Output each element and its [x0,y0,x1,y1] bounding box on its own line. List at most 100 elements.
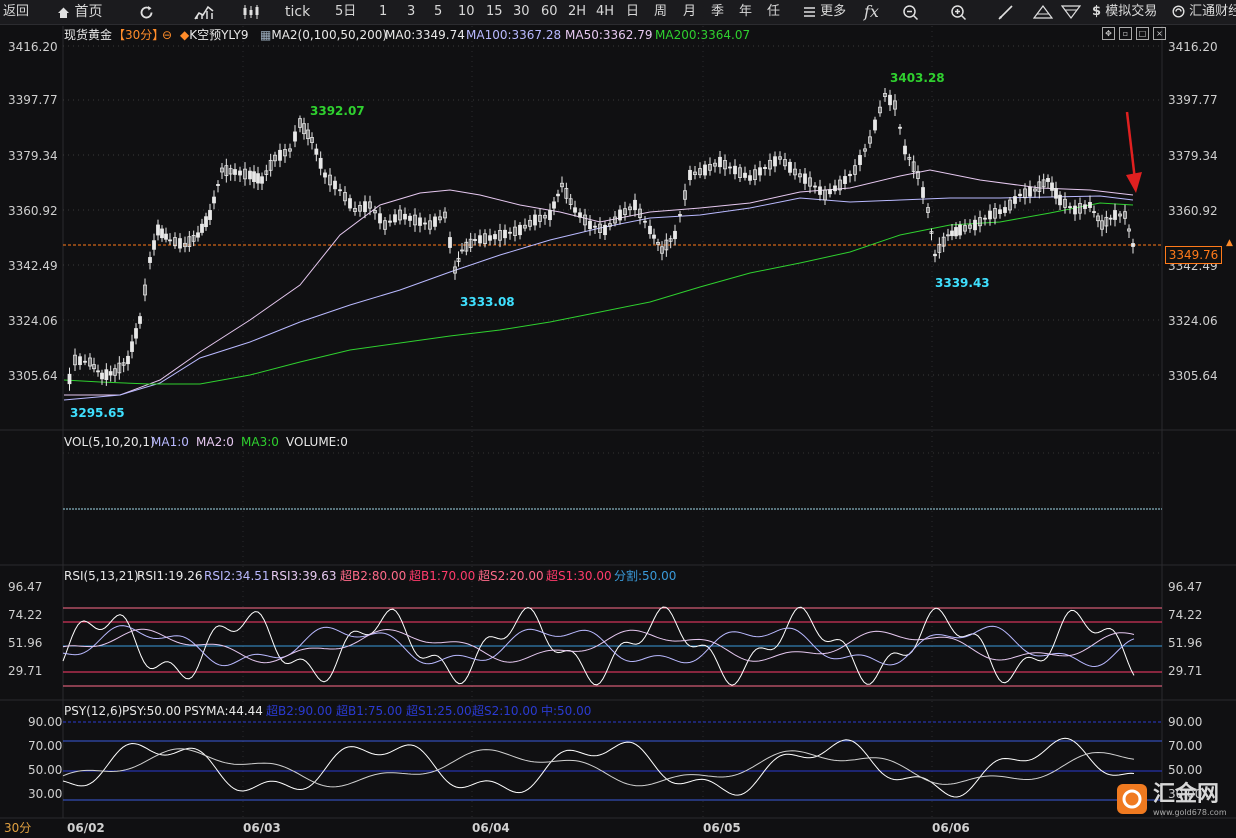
candle-body [503,229,507,239]
rsi-tick-left: 51.96 [8,636,43,650]
rsi1-value: RSI1:19.26 [137,569,203,583]
panel-move-icon[interactable]: ✥ [1102,27,1115,40]
candle-body [573,207,577,213]
candle-body [318,157,323,169]
candle-body [813,185,817,188]
panel-max-icon[interactable]: □ [1136,27,1149,40]
candle-body [618,209,622,221]
psy-tick: 90.00 [1168,715,1203,729]
candle-body [348,198,352,209]
candle-body [1028,186,1032,197]
candle-body [156,224,160,236]
candle-body [988,210,992,220]
candle-body [743,172,747,178]
candle-body [393,214,397,223]
candle-body [178,238,182,249]
candle-body [858,155,862,165]
candle-body [473,239,477,241]
candle-body [448,237,452,248]
psy-tick-left: 70.00 [28,739,63,753]
k-icon: ◆ [180,28,190,42]
candle-body [252,171,256,182]
date-label: 06/06 [932,821,970,835]
period-label: 【30分】 [113,28,165,42]
rsi-s1: 超S1:30.00 [546,569,612,583]
ma-icon: ▦ [260,28,272,42]
price-tick-left: 3324.06 [8,314,58,328]
candle-body [688,169,692,181]
ma-indicator-label: ▦MA2(0,100,50,200) [260,28,387,42]
psy-value: PSY:50.00 [122,704,181,718]
rsi-tick: 51.96 [1168,636,1203,650]
high-annotation: 3392.07 [310,104,365,118]
psyma-value: PSYMA:44.44 [184,704,263,718]
candle-body [673,230,677,240]
candle-body [678,214,682,216]
candle-body [104,369,109,381]
candle-body [100,372,104,380]
candle-body [533,214,537,226]
candle-body [718,156,722,168]
candle-body [983,217,987,220]
candle-body [652,234,656,239]
k-label-text: K空预YLY9 [189,28,249,42]
candle-body [508,231,512,234]
candle-body [126,355,130,365]
candlesticks [67,88,1135,391]
candle-body [848,173,852,177]
panel-close-icon[interactable]: × [1153,27,1166,40]
candle-body [248,170,252,180]
ma0-value: MA0:3349.74 [385,28,465,42]
current-price-tag: 3349.76 [1165,246,1222,264]
candle-body [873,119,877,131]
candle-body [67,373,72,385]
psy-lines [62,721,1162,801]
candle-body [921,187,925,198]
price-tick: 3397.77 [1168,93,1218,107]
candle-body [648,225,652,235]
candle-body [388,220,392,223]
candle-body [950,230,954,237]
date-label: 06/05 [703,821,741,835]
watermark-brand: 汇金网 [1153,782,1220,807]
candle-body [338,189,342,192]
candle-body [96,370,100,373]
candle-body [998,209,1002,215]
rsi-label: RSI(5,13,21) [64,569,139,583]
candle-body [314,148,319,155]
rsi-div: 分割:50.00 [614,569,677,583]
candle-body [408,215,412,221]
candle-body [578,212,582,218]
candle-body [803,173,807,184]
candle-body [208,210,212,220]
rsi-tick-left: 96.47 [8,580,43,594]
candle-body [278,149,282,161]
candle-body [138,316,142,324]
candle-body [1113,210,1117,220]
rsi3-value: RSI3:39.63 [271,569,337,583]
price-tick: 3416.20 [1168,40,1218,54]
symbol-name: 现货黄金 [64,28,113,42]
ma100-value: MA100:3367.28 [466,28,562,42]
candle-body [1068,206,1072,208]
candle-body [643,220,647,223]
rsi-s2: 超S2:20.00 [478,569,544,583]
date-label: 06/03 [243,821,281,835]
rsi-b1: 超B1:70.00 [409,569,476,583]
ma-label-text: MA2(0,100,50,200) [271,28,388,42]
candle-body [323,172,327,178]
panel-restore-icon[interactable]: ▫ [1119,27,1132,40]
settings-icon[interactable]: ⊖ [162,28,172,42]
candle-body [200,223,204,233]
rsi-tick: 29.71 [1168,664,1203,678]
candle-body [1003,207,1007,213]
candle-body [898,126,902,129]
candle-body [1050,182,1054,191]
psy-mid: 中:50.00 [541,704,592,718]
period-badge[interactable]: 30分 [4,821,31,835]
candle-body [518,224,522,236]
candle-body [588,220,592,230]
ma200-value: MA200:3364.07 [655,28,751,42]
candle-body [130,341,134,352]
candle-body [1131,243,1135,247]
